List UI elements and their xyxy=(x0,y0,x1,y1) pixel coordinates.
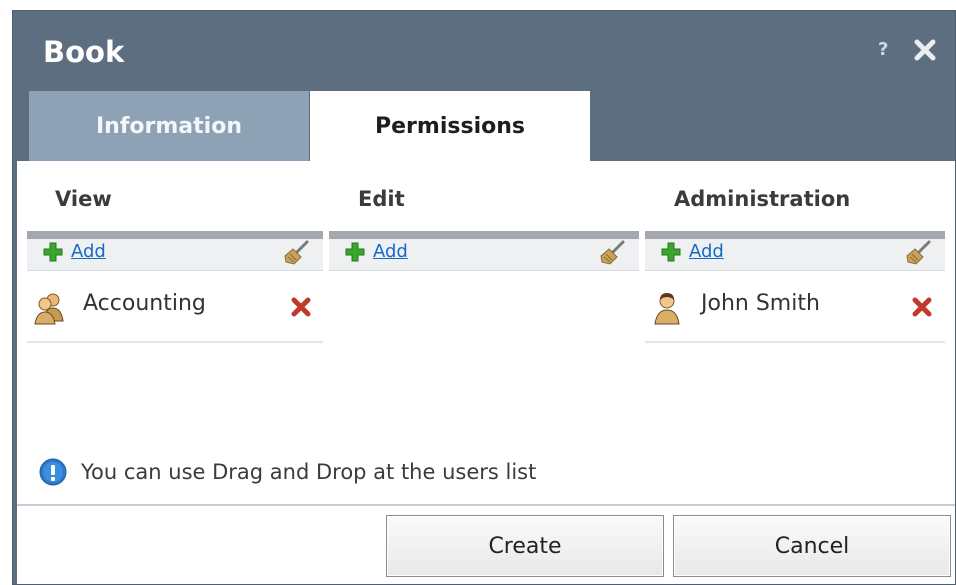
administration-column-title: Administration xyxy=(674,187,851,211)
entry-name: John Smith xyxy=(701,291,820,316)
permissions-panel: View Edit Administration Add Add Add Acc… xyxy=(17,161,955,584)
view-add-button[interactable]: Add xyxy=(43,241,106,262)
info-icon xyxy=(39,458,67,486)
cancel-button[interactable]: Cancel xyxy=(673,515,951,577)
administration-add-label[interactable]: Add xyxy=(689,241,724,262)
list-item[interactable]: John Smith xyxy=(645,271,945,343)
view-toolbar: Add xyxy=(27,231,323,271)
remove-icon[interactable] xyxy=(910,295,934,319)
list-item[interactable]: Accounting xyxy=(27,271,323,343)
user-icon xyxy=(654,293,680,325)
help-icon[interactable]: ? xyxy=(878,39,894,61)
tab-information[interactable]: Information xyxy=(29,91,309,161)
broom-icon[interactable] xyxy=(599,240,627,266)
administration-add-button[interactable]: Add xyxy=(661,241,724,262)
create-button[interactable]: Create xyxy=(386,515,664,577)
view-add-label[interactable]: Add xyxy=(71,241,106,262)
view-column-title: View xyxy=(55,187,112,211)
group-icon xyxy=(34,293,64,325)
info-text: You can use Drag and Drop at the users l… xyxy=(81,460,537,484)
close-icon[interactable] xyxy=(913,38,937,62)
edit-add-button[interactable]: Add xyxy=(345,241,408,262)
tab-permissions[interactable]: Permissions xyxy=(310,91,590,161)
broom-icon[interactable] xyxy=(905,240,933,266)
administration-toolbar: Add xyxy=(645,231,945,271)
plus-icon xyxy=(345,242,365,261)
info-message: You can use Drag and Drop at the users l… xyxy=(39,458,536,486)
remove-icon[interactable] xyxy=(289,295,313,319)
entry-name: Accounting xyxy=(83,291,206,316)
edit-toolbar: Add xyxy=(329,231,639,271)
book-dialog: Book ? Information Permissions View Edit… xyxy=(12,10,956,585)
plus-icon xyxy=(661,242,681,261)
edit-add-label[interactable]: Add xyxy=(373,241,408,262)
dialog-title: Book xyxy=(43,35,125,69)
broom-icon[interactable] xyxy=(283,240,311,266)
plus-icon xyxy=(43,242,63,261)
edit-column-title: Edit xyxy=(358,187,405,211)
footer-divider xyxy=(17,504,955,506)
